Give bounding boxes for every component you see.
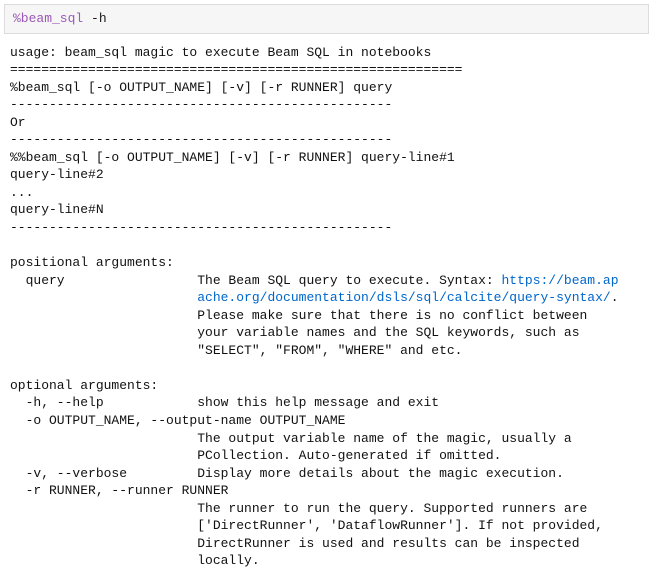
usage-single-line: %beam_sql [-o OUTPUT_NAME] [-v] [-r RUNN… (10, 80, 392, 95)
magic-command: %beam_sql (13, 11, 83, 26)
magic-args: -h (83, 11, 106, 26)
runner-desc-line: The runner to run the query. Supported r… (10, 501, 587, 516)
query-arg-line: "SELECT", "FROM", "WHERE" and etc. (10, 343, 462, 358)
output-name-desc-line: The output variable name of the magic, u… (10, 431, 572, 446)
help-flag-line: -h, --help show this help message and ex… (10, 395, 439, 410)
output-name-flag-line: -o OUTPUT_NAME, --output-name OUTPUT_NAM… (10, 413, 345, 428)
usage-cell-line: query-line#2 (10, 167, 104, 182)
usage-cell-line: ... (10, 185, 33, 200)
query-arg-line: . (611, 290, 619, 305)
separator: ========================================… (10, 62, 462, 77)
separator: ----------------------------------------… (10, 132, 392, 147)
runner-flag-line: -r RUNNER, --runner RUNNER (10, 483, 228, 498)
query-arg-line: your variable names and the SQL keywords… (10, 325, 580, 340)
usage-cell-line: query-line#N (10, 202, 104, 217)
cell-output: usage: beam_sql magic to execute Beam SQ… (4, 42, 649, 580)
syntax-link[interactable]: https://beam.ap (501, 273, 618, 288)
usage-heading: usage: beam_sql magic to execute Beam SQ… (10, 45, 431, 60)
optional-args-header: optional arguments: (10, 378, 158, 393)
notebook-cell-group: %beam_sql -h usage: beam_sql magic to ex… (0, 0, 653, 584)
verbose-flag-line: -v, --verbose Display more details about… (10, 466, 564, 481)
runner-desc-line: ['DirectRunner', 'DataflowRunner']. If n… (10, 518, 603, 533)
output-name-desc-line: PCollection. Auto-generated if omitted. (10, 448, 501, 463)
runner-desc-line: locally. (10, 553, 260, 568)
positional-args-header: positional arguments: (10, 255, 174, 270)
query-arg-line: Please make sure that there is no confli… (10, 308, 587, 323)
separator: ----------------------------------------… (10, 97, 392, 112)
code-input-cell[interactable]: %beam_sql -h (4, 4, 649, 34)
or-label: Or (10, 115, 26, 130)
usage-cell-line: %%beam_sql [-o OUTPUT_NAME] [-v] [-r RUN… (10, 150, 455, 165)
separator: ----------------------------------------… (10, 220, 392, 235)
syntax-link[interactable]: ache.org/documentation/dsls/sql/calcite/… (10, 290, 611, 305)
query-arg-line: query The Beam SQL query to execute. Syn… (10, 273, 501, 288)
